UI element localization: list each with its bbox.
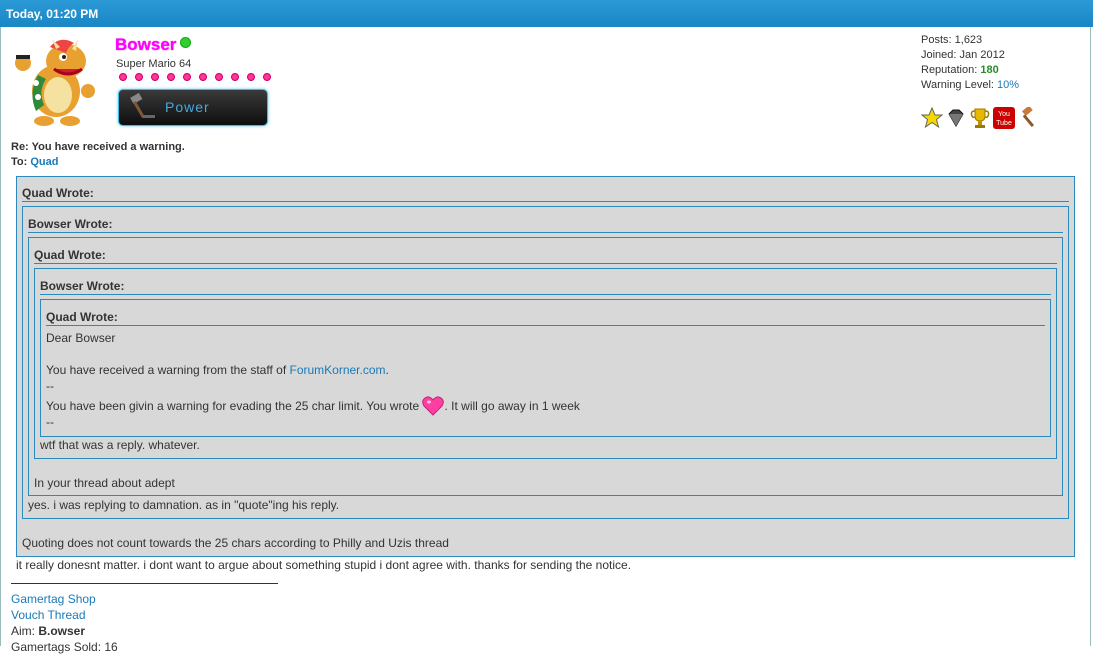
quote-header: Bowser Wrote: — [40, 279, 125, 293]
star-icon[interactable] — [921, 107, 943, 129]
quote-text: Dear Bowser — [46, 331, 116, 345]
quote-divider — [46, 325, 1045, 326]
post-body-text: it really donesnt matter. i dont want to… — [16, 558, 632, 572]
rank-dot-icon — [215, 73, 223, 81]
aim-value: B.owser — [38, 624, 86, 638]
joined-label: Joined: — [921, 49, 957, 61]
post-subject: Re: You have received a warning. — [11, 141, 185, 153]
post-header: Today, 01:20 PM — [0, 0, 1093, 27]
quote-separator: -- — [46, 379, 54, 393]
quote-header: Quad Wrote: — [22, 186, 94, 200]
quote-text-part: . — [385, 363, 389, 377]
quote-text-part: You have received a warning from the sta… — [46, 363, 290, 377]
rank-dot-icon — [119, 73, 127, 81]
recipient-link[interactable]: Quad — [30, 156, 58, 168]
user-stats: Posts: 1,623 Joined: Jan 2012 Reputation… — [921, 33, 1019, 93]
forumkorner-link[interactable]: ForumKorner.com — [289, 363, 385, 377]
youtube-icon[interactable]: You Tube — [993, 107, 1015, 129]
quote-divider — [40, 294, 1051, 295]
user-avatar[interactable] — [8, 33, 98, 128]
quote-text: In your thread about adept — [34, 476, 175, 490]
vouch-thread-link[interactable]: Vouch Thread — [11, 608, 86, 622]
heart-icon — [422, 396, 445, 416]
quote-text: You have been givin a warning for evadin… — [46, 396, 580, 416]
gamertag-shop-link[interactable]: Gamertag Shop — [11, 592, 96, 606]
quote-header: Quad Wrote: — [46, 310, 118, 324]
username-link[interactable]: Bowser — [115, 35, 176, 55]
rank-dot-icon — [247, 73, 255, 81]
warning-label: Warning Level: — [921, 79, 994, 91]
quote-text-part: . It will go away in 1 week — [444, 399, 580, 413]
quote-header: Quad Wrote: — [34, 248, 106, 262]
diamond-icon[interactable] — [945, 107, 967, 129]
online-status-icon — [180, 37, 191, 48]
posts-label: Posts: — [921, 34, 952, 46]
aim-label: Aim: — [11, 624, 35, 638]
svg-text:Tube: Tube — [996, 120, 1012, 127]
rank-dot-icon — [183, 73, 191, 81]
quote-text: You have received a warning from the sta… — [46, 363, 389, 377]
posts-count: 1,623 — [954, 34, 983, 46]
gavel-icon[interactable] — [1017, 107, 1039, 129]
quote-divider — [34, 263, 1057, 264]
gavel-icon — [130, 93, 155, 119]
user-title: Super Mario 64 — [116, 58, 192, 70]
reputation-value[interactable]: 180 — [980, 64, 998, 76]
usergroup-label: Power — [165, 99, 210, 115]
quote-divider — [28, 232, 1063, 233]
usergroup-power-banner: Power — [118, 89, 268, 126]
joined-date: Jan 2012 — [959, 49, 1005, 61]
rank-dot-icon — [151, 73, 159, 81]
rank-dot-icon — [231, 73, 239, 81]
quote-text-part: You have been givin a warning for evadin… — [46, 399, 420, 413]
quote-header: Bowser Wrote: — [28, 217, 113, 231]
quote-divider — [22, 201, 1069, 202]
rank-dot-icon — [135, 73, 143, 81]
quote-text: Quoting does not count towards the 25 ch… — [22, 536, 449, 550]
svg-text:You: You — [998, 111, 1010, 118]
to-label: To: — [11, 156, 28, 168]
signature-partial-line: Gamertags Sold: 16 — [11, 640, 118, 654]
trophy-icon[interactable] — [969, 107, 991, 129]
quote-text: yes. i was replying to damnation. as in … — [28, 498, 340, 512]
quote-text: wtf that was a reply. whatever. — [40, 438, 200, 452]
quote-separator: -- — [46, 415, 54, 429]
rank-dot-icon — [167, 73, 175, 81]
signature-divider — [11, 583, 278, 584]
aim-line: Aim: B.owser — [11, 624, 85, 638]
warning-value[interactable]: 10% — [997, 79, 1019, 91]
rank-dot-icon — [199, 73, 207, 81]
post-date: Today, 01:20 PM — [6, 7, 99, 21]
rank-dot-icon — [263, 73, 271, 81]
post-recipient: To: Quad — [11, 156, 58, 168]
reputation-label: Reputation: — [921, 64, 978, 76]
